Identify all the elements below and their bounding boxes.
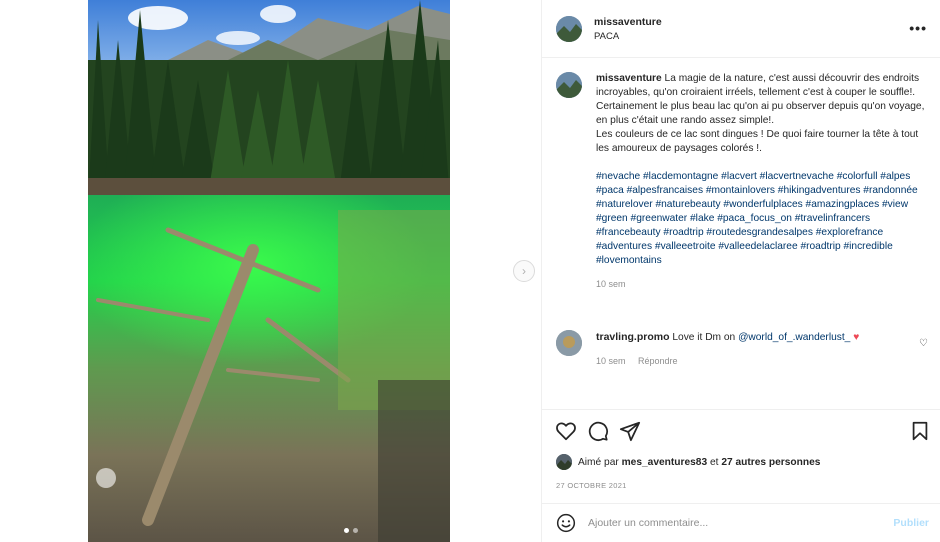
- more-icon[interactable]: •••: [909, 20, 927, 36]
- post-actions: [542, 410, 940, 452]
- likes-middle: et: [709, 456, 719, 468]
- avatar[interactable]: [556, 330, 582, 356]
- likes-user[interactable]: mes_aventures83: [622, 457, 708, 468]
- comment-text: Love it Dm on: [672, 332, 736, 343]
- chevron-right-icon[interactable]: ›: [513, 260, 535, 282]
- caption-line: Les couleurs de ce lac sont dingues ! De…: [596, 129, 919, 154]
- comment-mention[interactable]: @world_of_.wanderlust_: [738, 332, 850, 343]
- post-side-panel: missaventure PACA ••• missaventure La ma…: [541, 0, 940, 542]
- reply-button[interactable]: Répondre: [638, 356, 678, 366]
- caption-hashtags[interactable]: #nevache #lacdemontagne #lacvert #lacver…: [596, 170, 928, 268]
- publish-button[interactable]: Publier: [893, 517, 929, 529]
- smiley-icon[interactable]: [556, 513, 576, 533]
- comment-username[interactable]: travling.promo: [596, 331, 670, 343]
- heart-icon[interactable]: ♡: [919, 338, 928, 349]
- caption-line: Certainement le plus beau lac qu'on ai p…: [596, 101, 925, 126]
- bookmark-icon[interactable]: [909, 420, 931, 442]
- caption-time[interactable]: 10 sem: [596, 277, 928, 291]
- share-icon[interactable]: [619, 420, 641, 442]
- comments-section: missaventure La magie de la nature, c'es…: [542, 58, 940, 410]
- avatar[interactable]: [556, 15, 582, 42]
- comment-icon[interactable]: [587, 420, 609, 442]
- likes-summary: Aimé par mes_aventures83 et 27 autres pe…: [556, 454, 820, 470]
- likes-prefix: Aimé par: [578, 456, 619, 468]
- comment-item: travling.promo Love it Dm on @world_of_.…: [556, 330, 936, 368]
- post-location[interactable]: PACA: [594, 31, 662, 42]
- post-header: missaventure PACA •••: [542, 0, 940, 58]
- comment-input[interactable]: [588, 517, 878, 529]
- caption-username[interactable]: missaventure: [596, 73, 662, 84]
- media-pane: ›: [0, 0, 541, 542]
- post-date[interactable]: 27 OCTOBRE 2021: [556, 481, 627, 490]
- red-heart-emoji: ♥: [853, 332, 860, 343]
- caption: missaventure La magie de la nature, c'es…: [556, 72, 928, 291]
- carousel-dot: [344, 528, 349, 533]
- heart-icon[interactable]: [555, 420, 577, 442]
- carousel-dot: [353, 528, 358, 533]
- likes-others[interactable]: 27 autres personnes: [721, 457, 820, 468]
- post-username[interactable]: missaventure: [594, 16, 662, 28]
- avatar[interactable]: [556, 454, 572, 470]
- carousel-dots: [344, 528, 358, 533]
- comment-time[interactable]: 10 sem: [596, 356, 626, 366]
- avatar[interactable]: [556, 72, 582, 98]
- post-photo[interactable]: [88, 0, 450, 542]
- comment-composer: Publier: [542, 503, 940, 542]
